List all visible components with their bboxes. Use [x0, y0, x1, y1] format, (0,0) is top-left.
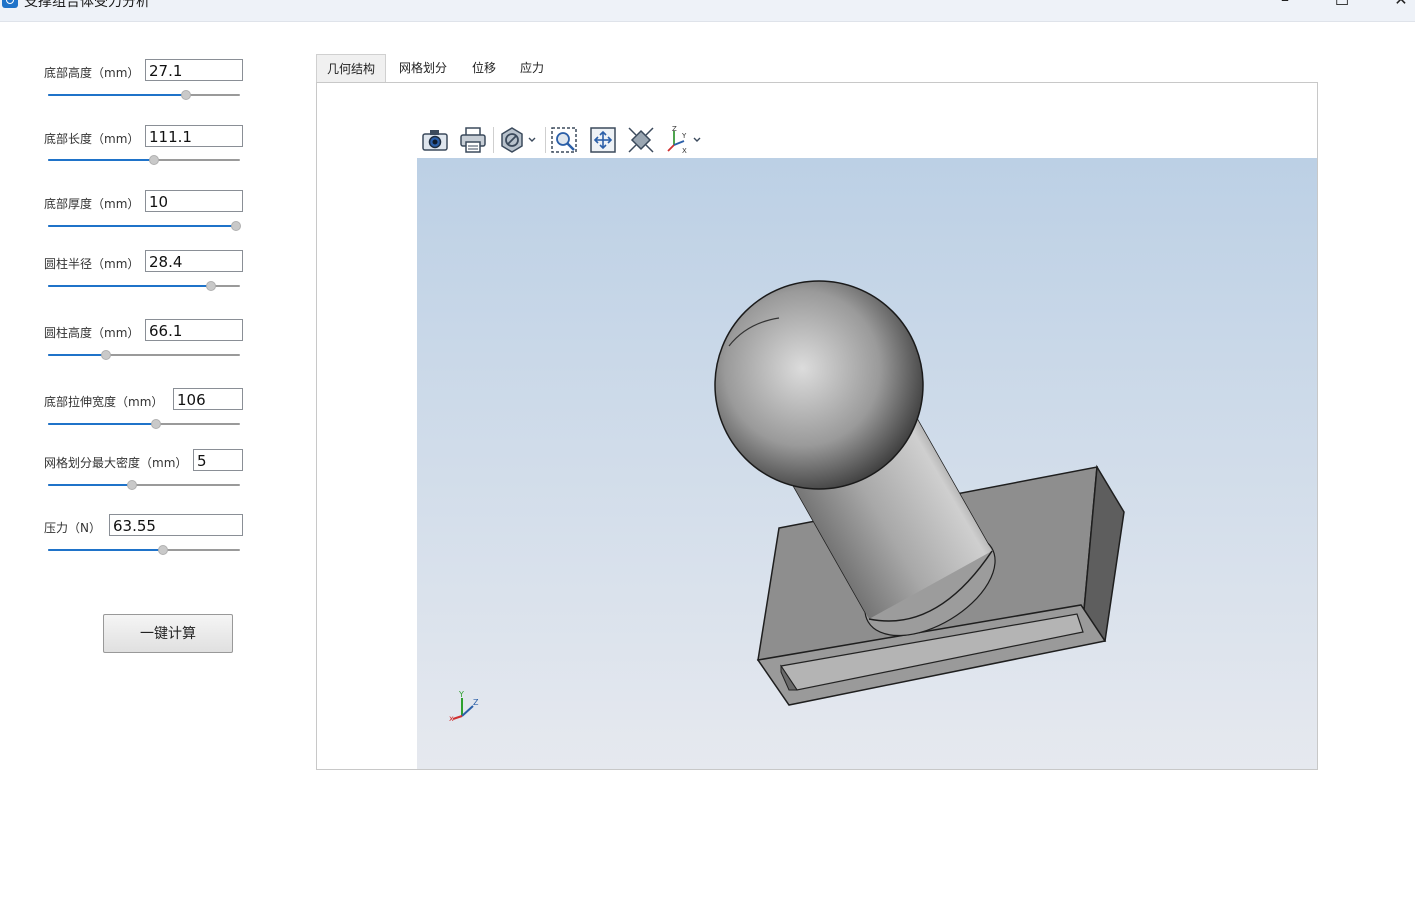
slider-handle[interactable] [150, 419, 161, 429]
param-label-extrude-width: 底部拉伸宽度（mm） [44, 395, 164, 409]
param-label-base-length: 底部长度（mm） [44, 132, 140, 146]
slider-handle[interactable] [231, 221, 242, 231]
tab-geometry[interactable]: 几何结构 [316, 54, 386, 82]
slider-pressure[interactable] [48, 545, 240, 555]
slider-base-thickness[interactable] [48, 221, 242, 231]
axis-icon[interactable]: ZYX [664, 125, 706, 155]
param-input-cylinder-height[interactable]: 66.1 [145, 319, 243, 341]
slider-cylinder-height[interactable] [48, 350, 240, 360]
slider-fill [48, 94, 187, 96]
toolbar-separator [545, 127, 546, 153]
axis-triad: Y Z x [449, 690, 479, 723]
tab-displacement[interactable]: 位移 [462, 54, 506, 82]
param-label-base-thickness: 底部厚度（mm） [44, 197, 140, 211]
maximize-button[interactable]: ☐ [1327, 0, 1357, 18]
axis-label-y: Y [458, 690, 464, 699]
tab-stress[interactable]: 应力 [511, 54, 553, 82]
close-button[interactable]: ✕ [1386, 0, 1415, 18]
slider-fill [48, 354, 106, 356]
slider-fill [48, 159, 154, 161]
tab-mesh[interactable]: 网格划分 [391, 54, 455, 82]
slider-handle[interactable] [181, 90, 192, 100]
print-icon[interactable] [458, 125, 488, 155]
slider-cylinder-radius[interactable] [48, 281, 240, 291]
param-input-extrude-width[interactable]: 106 [173, 388, 243, 410]
param-input-base-thickness[interactable]: 10 [145, 190, 243, 212]
slider-fill [48, 549, 164, 551]
slider-mesh-density[interactable] [48, 480, 240, 490]
slider-base-length[interactable] [48, 155, 240, 165]
slider-handle[interactable] [148, 155, 159, 165]
model-render: Y Z x [449, 280, 1125, 723]
slider-base-height[interactable] [48, 90, 240, 100]
slider-handle[interactable] [158, 545, 169, 555]
slider-extrude-width[interactable] [48, 419, 240, 429]
slider-fill [48, 285, 212, 287]
axis-label-z: Z [473, 698, 479, 707]
view-direction-icon[interactable] [626, 125, 656, 155]
slider-handle[interactable] [206, 281, 217, 291]
param-input-mesh-density[interactable]: 5 [193, 449, 243, 471]
svg-text:Z: Z [672, 125, 677, 133]
param-label-base-height: 底部高度（mm） [44, 66, 140, 80]
param-input-cylinder-radius[interactable]: 28.4 [145, 250, 243, 272]
title-bar: 支撑组合体受力分析 – ☐ ✕ [0, 0, 1415, 22]
param-input-pressure[interactable]: 63.55 [109, 514, 243, 536]
app-icon [2, 0, 18, 8]
slider-fill [48, 423, 156, 425]
param-label-mesh-density: 网格划分最大密度（mm） [44, 456, 188, 470]
param-input-base-length[interactable]: 111.1 [145, 125, 243, 147]
slider-handle[interactable] [127, 480, 138, 490]
minimize-button[interactable]: – [1270, 0, 1300, 18]
calculate-button[interactable]: 一键计算 [103, 614, 233, 653]
svg-text:Y: Y [681, 132, 687, 140]
param-input-base-height[interactable]: 27.1 [145, 59, 243, 81]
param-label-pressure: 压力（N） [44, 521, 101, 535]
toolbar-separator [493, 127, 494, 153]
param-label-cylinder-radius: 圆柱半径（mm） [44, 257, 140, 271]
camera-icon[interactable] [420, 125, 450, 155]
svg-text:X: X [682, 147, 687, 155]
zoom-box-icon[interactable] [549, 125, 579, 155]
window-title: 支撑组合体受力分析 [24, 0, 150, 10]
fit-all-icon[interactable] [588, 125, 618, 155]
axis-label-x: x [449, 714, 454, 723]
hide-icon[interactable] [498, 125, 540, 155]
sphere [714, 280, 924, 490]
slider-fill [48, 484, 133, 486]
slider-fill [48, 225, 237, 227]
slider-handle[interactable] [100, 350, 111, 360]
param-label-cylinder-height: 圆柱高度（mm） [44, 326, 140, 340]
3d-viewport[interactable]: Y Z x [417, 158, 1317, 769]
